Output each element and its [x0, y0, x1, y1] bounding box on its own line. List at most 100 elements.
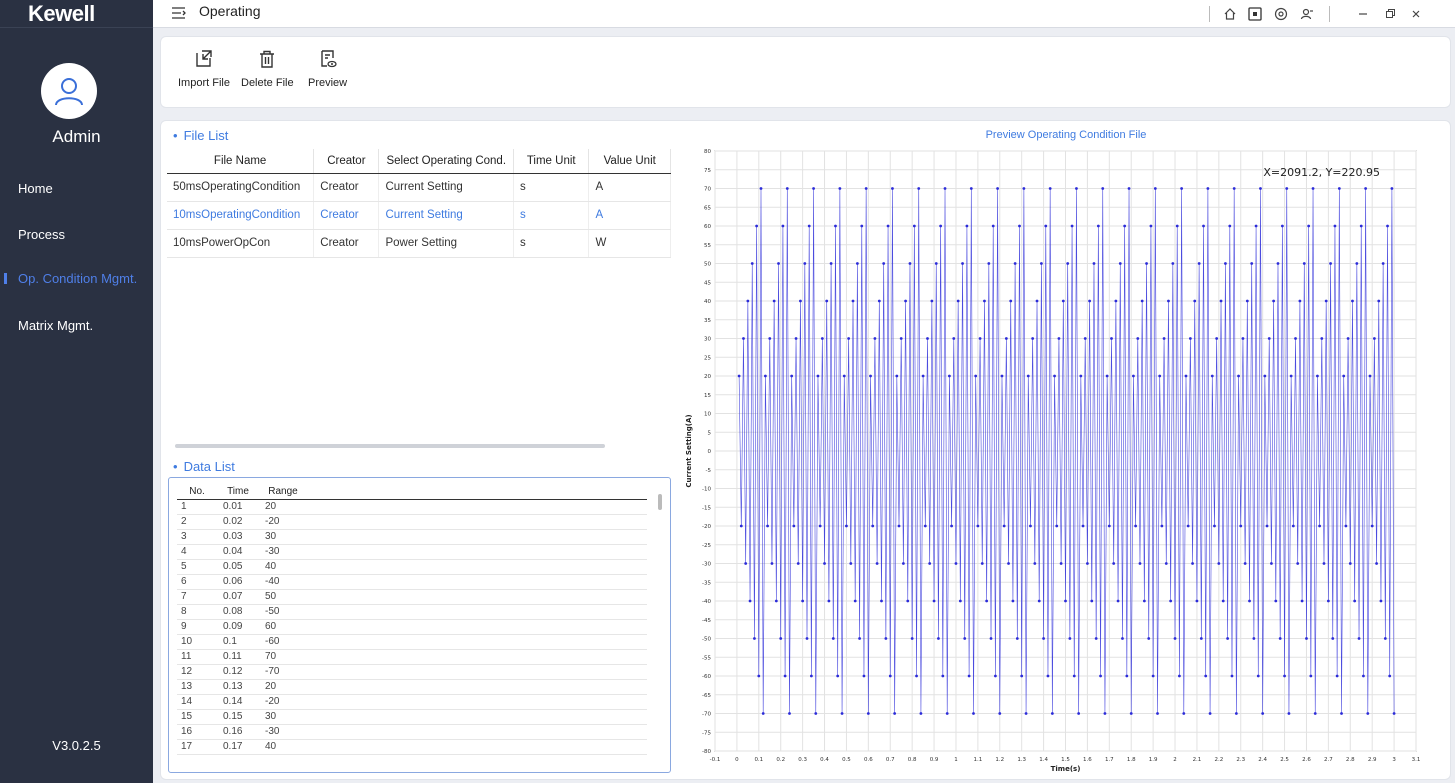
import-file-button[interactable]: Import File	[178, 49, 230, 89]
time-cell: 0.13	[217, 679, 259, 695]
sidebar-item-matrix-mgmt[interactable]: Matrix Mgmt.	[18, 318, 93, 333]
row-number-cell: 9	[177, 619, 217, 635]
data-point	[860, 224, 864, 228]
data-point	[770, 562, 774, 565]
data-point	[923, 524, 927, 528]
x-tick-label: 2.2	[1214, 757, 1223, 763]
data-point	[809, 674, 813, 678]
data-point	[1204, 674, 1208, 678]
preview-chart[interactable]: -0.1 0 0.1 0.2 0.3 0.4 0.5 0.6 0.7 0.8 0.9 1 1.1 1.2 1…	[681, 125, 1451, 775]
file-list-table: File Name Creator Select Operating Cond.…	[167, 149, 671, 258]
column-header[interactable]: Time Unit	[513, 149, 590, 174]
data-row[interactable]: 9 0.09 60	[177, 619, 647, 635]
data-point	[1136, 337, 1140, 340]
close-icon[interactable]	[1406, 4, 1426, 24]
row-number-cell: 17	[177, 739, 217, 755]
column-header[interactable]: Range	[259, 484, 307, 500]
data-point	[1342, 374, 1346, 378]
preview-button[interactable]: Preview	[308, 49, 347, 89]
column-header[interactable]: Creator	[313, 149, 380, 174]
data-point	[1040, 262, 1043, 265]
data-row[interactable]: 14 0.14 -20	[177, 694, 647, 710]
data-row[interactable]: 10 0.1 -60	[177, 634, 647, 650]
data-point	[803, 262, 807, 265]
data-point	[1138, 562, 1142, 565]
settings-icon[interactable]	[1271, 4, 1291, 24]
y-tick-label: -30	[702, 562, 711, 568]
data-point	[1077, 712, 1081, 715]
data-point	[755, 224, 759, 228]
data-row[interactable]: 6 0.06 -40	[177, 574, 647, 590]
data-point	[759, 187, 763, 190]
sidebar-item-process[interactable]: Process	[18, 227, 65, 242]
data-point	[864, 187, 868, 190]
minimize-icon[interactable]	[1353, 4, 1373, 24]
data-row[interactable]: 7 0.07 50	[177, 589, 647, 605]
data-point	[1377, 299, 1381, 303]
data-point	[1307, 224, 1311, 228]
data-point	[1239, 524, 1243, 528]
data-point	[748, 599, 752, 603]
column-header[interactable]: Select Operating Cond.	[378, 149, 515, 174]
home-icon[interactable]	[1220, 4, 1240, 24]
table-row[interactable]: 50msOperatingCondition Creator Current S…	[167, 173, 671, 202]
data-point	[1324, 299, 1328, 303]
x-tick-label: 0.9	[930, 757, 939, 763]
menu-icon[interactable]	[171, 5, 187, 24]
column-header[interactable]: File Name	[167, 149, 315, 174]
user-switch-icon[interactable]	[1297, 4, 1317, 24]
row-number-cell: 13	[177, 679, 217, 695]
file-list-horizontal-scrollbar[interactable]	[175, 444, 605, 448]
data-row[interactable]: 3 0.03 30	[177, 529, 647, 545]
data-point	[1326, 599, 1330, 603]
data-point	[763, 374, 767, 378]
data-point	[746, 299, 750, 303]
restore-icon[interactable]	[1380, 4, 1400, 24]
y-tick-label: -80	[702, 749, 711, 755]
data-list-vertical-scrollbar[interactable]	[658, 494, 662, 510]
data-row[interactable]: 5 0.05 40	[177, 559, 647, 575]
y-tick-label: 25	[704, 355, 711, 361]
data-point	[1294, 337, 1297, 340]
delete-file-button[interactable]: Delete File	[241, 49, 294, 89]
sidebar-item-home[interactable]: Home	[18, 181, 53, 196]
data-row[interactable]: 16 0.16 -30	[177, 724, 647, 740]
data-point	[1145, 262, 1148, 265]
column-header[interactable]: Time	[217, 484, 259, 500]
data-row[interactable]: 17 0.17 40	[177, 739, 647, 755]
table-row[interactable]: 10msPowerOpCon Creator Power Setting s W	[167, 229, 671, 258]
y-tick-label: -75	[702, 730, 711, 736]
column-header[interactable]: Value Unit	[588, 149, 671, 174]
screen-capture-icon[interactable]	[1245, 4, 1265, 24]
data-row[interactable]: 13 0.13 20	[177, 679, 647, 695]
data-row[interactable]: 11 0.11 70	[177, 649, 647, 665]
data-point	[1337, 187, 1341, 190]
data-row[interactable]: 15 0.15 30	[177, 709, 647, 725]
data-point	[1331, 637, 1335, 640]
data-point	[974, 374, 978, 378]
data-row[interactable]: 12 0.12 -70	[177, 664, 647, 680]
data-point	[1044, 224, 1048, 228]
data-point	[1272, 299, 1276, 303]
user-avatar-icon[interactable]	[41, 63, 97, 119]
data-point	[794, 337, 798, 340]
sidebar-item-op-condition-mgmt[interactable]: Op. Condition Mgmt.	[18, 271, 137, 286]
data-row[interactable]: 8 0.08 -50	[177, 604, 647, 620]
data-point	[1359, 224, 1363, 228]
data-point	[888, 674, 892, 678]
data-point	[1335, 674, 1339, 678]
data-row[interactable]: 2 0.02 -20	[177, 514, 647, 530]
y-tick-label: 5	[708, 430, 712, 436]
data-point	[1004, 337, 1008, 340]
data-row[interactable]: 1 0.01 20	[177, 499, 647, 515]
column-header[interactable]: No.	[177, 484, 217, 500]
data-point	[961, 262, 964, 265]
data-row[interactable]: 4 0.04 -30	[177, 544, 647, 560]
y-tick-label: -5	[706, 468, 712, 474]
data-point	[1355, 262, 1359, 265]
data-point	[838, 187, 842, 190]
time-cell: 0.17	[217, 739, 259, 755]
data-point	[1263, 374, 1267, 378]
data-point	[781, 224, 785, 228]
table-row-selected[interactable]: 10msOperatingCondition Creator Current S…	[167, 201, 671, 230]
